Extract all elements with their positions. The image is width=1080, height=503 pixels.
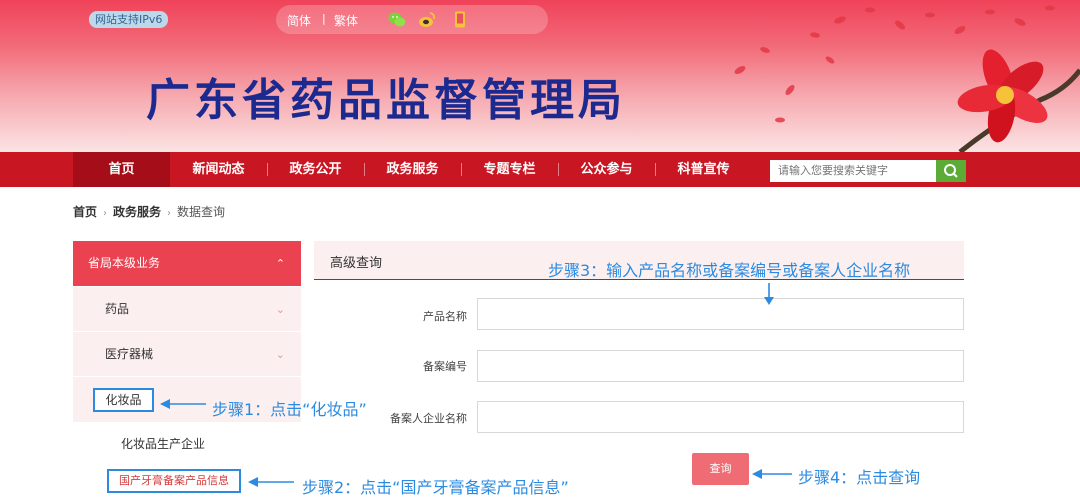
mobile-icon[interactable] [451,11,469,28]
arrow-left-icon [160,399,206,409]
lang-simplified-link[interactable]: 简体 [287,12,311,29]
chevron-down-icon: ⌄ [275,303,285,316]
sidebar-item-cosmetics[interactable]: 化妆品 [93,388,154,412]
advanced-search-title: 高级查询 [330,256,383,271]
sidebar-item-drugs[interactable]: 药品 ⌄ [73,287,301,332]
product-name-input[interactable] [477,298,964,330]
kapok-flower-decoration [734,5,1080,152]
ipv6-badge: 网站支持IPv6 [89,11,169,28]
nav-item-participation[interactable]: 公众参与 [558,152,655,187]
arrow-left-icon [248,477,294,487]
lang-traditional-link[interactable]: 繁体 [334,12,358,29]
sidebar-item-label: 医疗器械 [105,347,154,361]
search-input[interactable] [770,160,936,182]
breadcrumb-services[interactable]: 政务服务 [113,203,161,220]
nav-item-topics[interactable]: 专题专栏 [461,152,558,187]
sidebar-header-label: 省局本级业务 [88,256,161,270]
breadcrumb: 首页 › 政务服务 › 数据查询 [73,203,225,220]
filer-company-label: 备案人企业名称 [390,412,467,425]
nav-item-news[interactable]: 新闻动态 [170,152,267,187]
nav-item-science[interactable]: 科普宣传 [655,152,752,187]
filer-company-input[interactable] [477,401,964,433]
lang-separator: | [322,12,326,25]
chevron-up-icon: ⌃ [275,257,285,270]
search-icon [944,164,958,178]
sidebar-subitem-cosmetics-producers[interactable]: 化妆品生产企业 [121,435,205,452]
site-title: 广东省药品监督管理局 [146,75,626,126]
step2-annotation: 步骤2：点击“国产牙膏备案产品信息” [302,478,569,497]
main-nav: 首页 新闻动态 政务公开 政务服务 专题专栏 公众参与 科普宣传 [0,152,1080,187]
product-name-label: 产品名称 [423,310,467,323]
step1-annotation: 步骤1：点击“化妆品” [212,400,367,419]
language-bar: 简体 | 繁体 [276,5,548,34]
step4-annotation: 步骤4：点击查询 [798,468,921,487]
query-button[interactable]: 查询 [692,453,749,485]
step3-annotation: 步骤3：输入产品名称或备案编号或备案人企业名称 [548,261,911,280]
search-button[interactable] [936,160,966,182]
sidebar-subitem-toothpaste-filing[interactable]: 国产牙膏备案产品信息 [107,469,241,493]
filing-number-label: 备案编号 [423,360,467,373]
header-banner: 网站支持IPv6 简体 | 繁体 广东省药品监督管理局 [0,0,1080,152]
filing-number-input[interactable] [477,350,964,382]
chevron-down-icon: ⌄ [275,348,285,361]
wechat-icon[interactable] [388,11,406,28]
sidebar-item-medical-devices[interactable]: 医疗器械 ⌄ [73,332,301,377]
arrow-down-icon [764,283,774,305]
breadcrumb-separator: › [167,208,172,219]
nav-item-home[interactable]: 首页 [73,152,170,187]
breadcrumb-separator: › [103,208,108,219]
nav-item-affairs-public[interactable]: 政务公开 [267,152,364,187]
sidebar-item-label: 药品 [105,302,130,316]
weibo-icon[interactable] [418,11,436,28]
sidebar-header-provincial-business[interactable]: 省局本级业务 ⌃ [73,241,301,286]
breadcrumb-home[interactable]: 首页 [73,203,97,220]
nav-item-services[interactable]: 政务服务 [364,152,461,187]
arrow-left-icon [752,469,792,479]
breadcrumb-current: 数据查询 [177,205,226,219]
